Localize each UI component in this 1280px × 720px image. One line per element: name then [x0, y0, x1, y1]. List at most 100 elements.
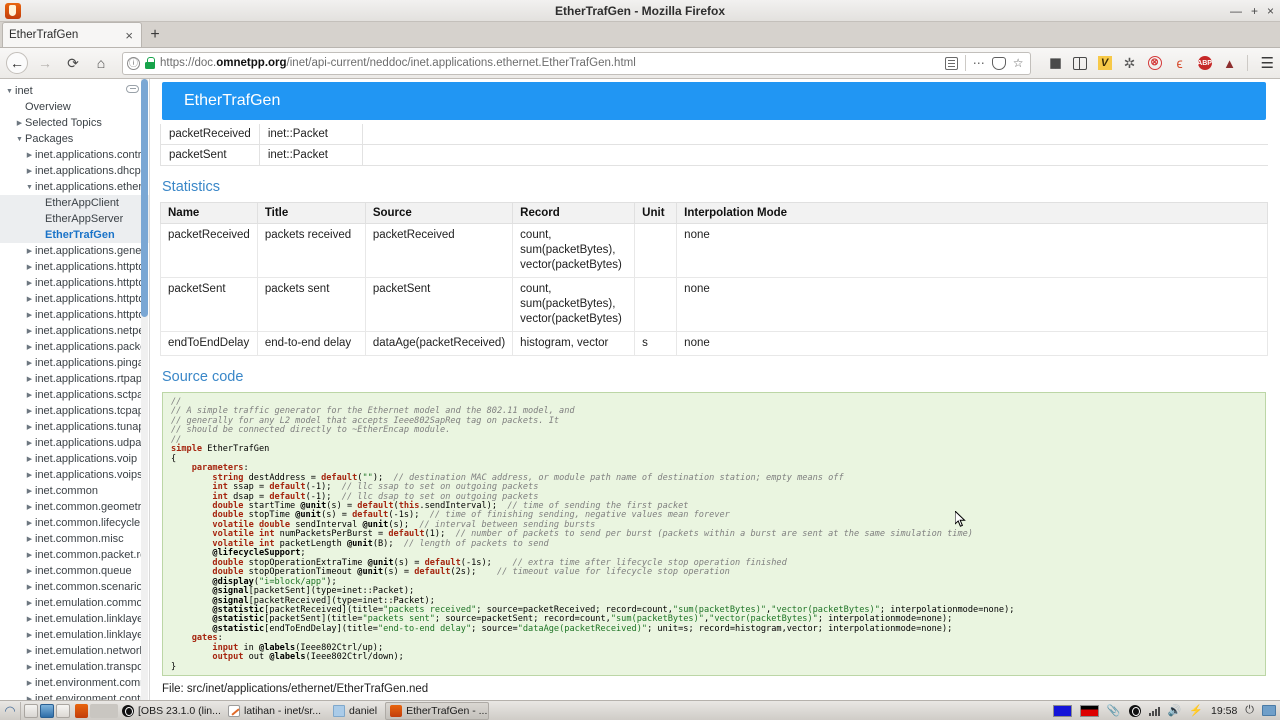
back-button[interactable]: ←	[6, 52, 28, 74]
chevron-right-icon[interactable]: ▶	[24, 423, 35, 431]
sidebar-item-inet-applications-pingapp[interactable]: ▶ inet.applications.pingapp	[0, 355, 149, 371]
chevron-right-icon[interactable]: ▶	[24, 487, 35, 495]
sidebar-item-inet-applications-voipstream[interactable]: ▶inet.applications.voipstream	[0, 467, 149, 483]
chevron-down-icon[interactable]: ▼	[14, 136, 25, 143]
chevron-right-icon[interactable]: ▶	[14, 119, 25, 127]
package-tree-sidebar[interactable]: ▼ inet Overview ▶ Selected Topics ▼ Packages ▶ i…	[0, 79, 150, 713]
chevron-right-icon[interactable]: ▶	[24, 535, 35, 543]
sidebar-item-inet-emulation-linklayer-ieee8[interactable]: ▶inet.emulation.linklayer.ieee8	[0, 627, 149, 643]
chevron-right-icon[interactable]: ▶	[24, 263, 35, 271]
chevron-right-icon[interactable]: ▶	[24, 615, 35, 623]
chevron-right-icon[interactable]: ▶	[24, 327, 35, 335]
chevron-right-icon[interactable]: ▶	[24, 519, 35, 527]
chevron-right-icon[interactable]: ▶	[24, 151, 35, 159]
bookmark-star-icon[interactable]: ☆	[1013, 56, 1024, 70]
start-menu-icon[interactable]: ◠	[0, 702, 20, 720]
close-button[interactable]: ×	[1267, 5, 1274, 17]
sidebar-item-inet-emulation-transportlayer[interactable]: ▶inet.emulation.transportlayer	[0, 659, 149, 675]
sidebar-item-inet-emulation-common[interactable]: ▶ inet.emulation.common	[0, 595, 149, 611]
minimize-button[interactable]: —	[1230, 5, 1242, 17]
sidebar-toggle-icon[interactable]	[1072, 55, 1088, 71]
sidebar-item-inet-applications-httptools-se[interactable]: ▶inet.applications.httptools.se	[0, 307, 149, 323]
chevron-right-icon[interactable]: ▶	[24, 167, 35, 175]
chevron-right-icon[interactable]: ▶	[24, 663, 35, 671]
chevron-right-icon[interactable]: ▶	[24, 503, 35, 511]
clock[interactable]: 19:58	[1211, 705, 1237, 717]
sidebar-item-inet-applications-sctpapp[interactable]: ▶ inet.applications.sctpapp	[0, 387, 149, 403]
sidebar-item-inet-applications-tunapp[interactable]: ▶ inet.applications.tunapp	[0, 419, 149, 435]
chevron-right-icon[interactable]: ▶	[24, 567, 35, 575]
sidebar-item-inet-common-lifecycle[interactable]: ▶ inet.common.lifecycle	[0, 515, 149, 531]
chevron-right-icon[interactable]: ▶	[24, 311, 35, 319]
sidebar-item-inet-applications-dhcp[interactable]: ▶ inet.applications.dhcp	[0, 163, 149, 179]
chevron-right-icon[interactable]: ▶	[24, 599, 35, 607]
gear-icon[interactable]: ✲	[1122, 55, 1138, 71]
url-bar[interactable]: ⓘ https://doc.omnetpp.org/inet/api-curre…	[122, 51, 1031, 75]
sidebar-item-inet-emulation-linklayer-ether[interactable]: ▶inet.emulation.linklayer.ether	[0, 611, 149, 627]
sidebar-item-inet-applications-netperfmete[interactable]: ▶inet.applications.netperfmete	[0, 323, 149, 339]
obs-tray-icon[interactable]	[1128, 704, 1141, 717]
display-icon[interactable]	[1262, 705, 1276, 716]
files-launcher-icon[interactable]	[24, 703, 38, 718]
taskbar-item[interactable]: latihan - inet/sr...	[224, 702, 327, 720]
sidebar-item-selected-topics[interactable]: ▶ Selected Topics	[0, 115, 149, 131]
chevron-right-icon[interactable]: ▶	[24, 295, 35, 303]
new-tab-button[interactable]: +	[142, 22, 168, 47]
sidebar-item-inet-applications-udpapp[interactable]: ▶ inet.applications.udpapp	[0, 435, 149, 451]
sidebar-item-inet-common-geometry-comm[interactable]: ▶inet.common.geometry.comm	[0, 499, 149, 515]
menu-icon[interactable]: ☰	[1257, 54, 1274, 72]
sidebar-item-etherappclient[interactable]: EtherAppClient	[0, 195, 149, 211]
chevron-right-icon[interactable]: ▶	[24, 631, 35, 639]
sidebar-item-inet-applications-httptools-cc[interactable]: ▶inet.applications.httptools.cc	[0, 275, 149, 291]
chevron-right-icon[interactable]: ▶	[24, 551, 35, 559]
chevron-right-icon[interactable]: ▶	[24, 647, 35, 655]
power-icon[interactable]: ⏻	[1245, 704, 1254, 717]
adblock-plus-icon[interactable]: ABP	[1197, 55, 1213, 71]
noscript-icon[interactable]: ⊗	[1147, 55, 1163, 71]
sidebar-item-inet-common-queue[interactable]: ▶ inet.common.queue	[0, 563, 149, 579]
window-launcher-icon[interactable]	[56, 703, 70, 718]
chevron-right-icon[interactable]: ▶	[24, 407, 35, 415]
sidebar-item-inet-common-packet-recorde[interactable]: ▶inet.common.packet.recorde	[0, 547, 149, 563]
chevron-right-icon[interactable]: ▶	[24, 343, 35, 351]
reader-mode-icon[interactable]	[944, 56, 958, 70]
forward-button[interactable]: →	[32, 51, 58, 75]
library-icon[interactable]: ▮▮	[1047, 55, 1063, 71]
sidebar-item-ethertrafgen[interactable]: EtherTrafGen	[0, 227, 149, 243]
chevron-right-icon[interactable]: ▶	[24, 471, 35, 479]
flag-german-icon[interactable]	[1079, 704, 1099, 717]
sidebar-item-inet-emulation-networklayer-i[interactable]: ▶inet.emulation.networklayer.i	[0, 643, 149, 659]
network-signal-icon[interactable]	[1148, 705, 1160, 716]
taskbar-item[interactable]: daniel	[329, 702, 383, 720]
chevron-right-icon[interactable]: ▶	[24, 679, 35, 687]
pocket-icon[interactable]	[991, 56, 1006, 70]
page-info-icon[interactable]: ⓘ	[127, 56, 140, 70]
sidebar-item-inet-applications-httptools-cc[interactable]: ▶inet.applications.httptools.cc	[0, 291, 149, 307]
flag-blue-icon[interactable]	[1052, 704, 1072, 717]
firefox-launcher-icon[interactable]	[75, 703, 88, 718]
reload-icon[interactable]: ⟳	[60, 51, 86, 75]
maximize-button[interactable]: +	[1251, 5, 1258, 17]
chevron-right-icon[interactable]: ▶	[24, 583, 35, 591]
link-icon[interactable]	[126, 85, 139, 93]
chevron-right-icon[interactable]: ▶	[24, 247, 35, 255]
desktop-launcher-icon[interactable]	[40, 703, 54, 718]
taskbar-item[interactable]: [OBS 23.1.0 (lin...	[118, 702, 222, 720]
chevron-right-icon[interactable]: ▶	[24, 455, 35, 463]
url-input[interactable]: https://doc.omnetpp.org/inet/api-current…	[160, 57, 940, 69]
chevron-right-icon[interactable]: ▶	[24, 375, 35, 383]
sidebar-scrollbar-thumb[interactable]	[141, 79, 148, 317]
page-actions-icon[interactable]: ⋯	[973, 56, 985, 70]
volume-icon[interactable]: 🔊	[1168, 704, 1182, 717]
sidebar-item-packages[interactable]: ▼ Packages	[0, 131, 149, 147]
sidebar-item-inet-applications-ethernet[interactable]: ▼ inet.applications.ethernet	[0, 179, 149, 195]
battery-icon[interactable]: ⚡	[1189, 704, 1203, 717]
chevron-right-icon[interactable]: ▶	[24, 391, 35, 399]
chevron-down-icon[interactable]: ▼	[24, 184, 35, 191]
chevron-right-icon[interactable]: ▶	[24, 359, 35, 367]
sidebar-item-etherappserver[interactable]: EtherAppServer	[0, 211, 149, 227]
sidebar-item-inet-applications-voip[interactable]: ▶ inet.applications.voip	[0, 451, 149, 467]
ghostery-icon[interactable]: ϵ	[1172, 55, 1188, 71]
sidebar-item-inet-applications-httptools-br[interactable]: ▶inet.applications.httptools.br	[0, 259, 149, 275]
sidebar-item-inet-applications-packetdrill[interactable]: ▶inet.applications.packetdrill	[0, 339, 149, 355]
